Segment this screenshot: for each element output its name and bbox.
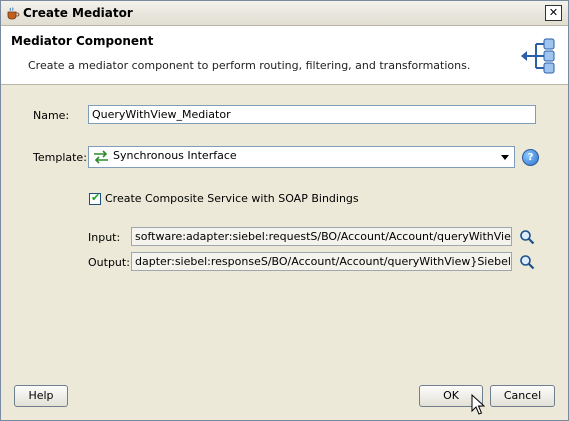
input-label: Input: (88, 231, 121, 244)
synchronous-interface-icon (94, 150, 108, 164)
template-select[interactable]: Synchronous Interface (88, 146, 515, 168)
name-input[interactable]: QueryWithView_Mediator (88, 105, 536, 124)
coffee-cup-icon (7, 7, 20, 20)
close-button[interactable]: ✕ (545, 5, 562, 21)
template-select-value: Synchronous Interface (113, 149, 237, 162)
cancel-button[interactable]: Cancel (490, 385, 555, 407)
dialog-header: Mediator Component Create a mediator com… (1, 26, 568, 85)
template-label: Template: (33, 151, 87, 164)
search-icon[interactable] (519, 254, 535, 270)
composite-service-checkbox[interactable]: ✔ (89, 191, 101, 205)
composite-service-label[interactable]: Create Composite Service with SOAP Bindi… (105, 192, 359, 205)
page-title: Mediator Component (11, 34, 154, 48)
input-field[interactable]: software:adapter:siebel:requestS/BO/Acco… (131, 227, 512, 246)
header-description: Create a mediator component to perform r… (28, 59, 471, 72)
chevron-down-icon[interactable] (501, 155, 509, 160)
checkmark-icon: ✔ (91, 191, 101, 204)
output-label: Output: (88, 256, 130, 269)
window-title: Create Mediator (23, 6, 133, 20)
help-button[interactable]: Help (14, 385, 68, 407)
mediator-component-icon (521, 38, 555, 74)
name-label: Name: (33, 109, 70, 122)
title-bar[interactable]: Create Mediator ✕ (1, 1, 568, 26)
mouse-pointer-icon (471, 394, 485, 415)
search-icon[interactable] (519, 229, 535, 245)
create-mediator-dialog: Create Mediator ✕ Mediator Component Cre… (0, 0, 569, 421)
help-icon[interactable]: ? (522, 149, 539, 166)
output-field[interactable]: dapter:siebel:responseS/BO/Account/Accou… (131, 252, 512, 271)
